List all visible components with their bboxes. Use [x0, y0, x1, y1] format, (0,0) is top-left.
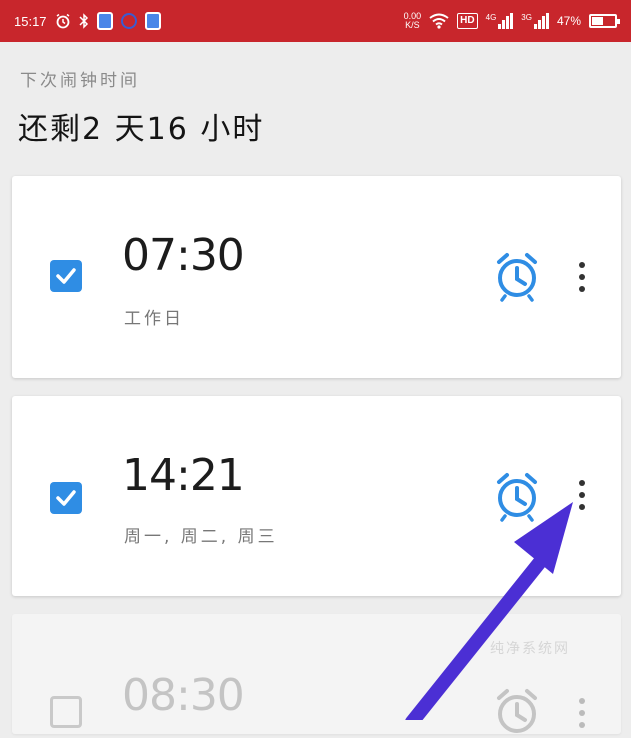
checkmark-icon	[56, 268, 76, 284]
watermark: 纯净系统网	[490, 641, 570, 657]
status-bar: 15:17 0.00 K/S HD 4G 3G 47%	[0, 0, 631, 42]
bluetooth-icon	[79, 13, 88, 29]
checkmark-icon	[56, 490, 76, 506]
app-notification-icon-2	[144, 12, 161, 30]
alarm-repeat-1: 工作日	[124, 309, 184, 329]
alarm-time-2[interactable]: 14:21	[122, 450, 245, 501]
battery-icon	[589, 14, 620, 28]
status-bar-right: 0.00 K/S HD 4G 3G 47%	[403, 0, 620, 42]
alarm-card-1[interactable]: 07:30 工作日	[12, 176, 621, 378]
status-time: 15:17	[14, 13, 47, 29]
alarm-card-2[interactable]: 14:21 周一, 周二, 周三	[12, 396, 621, 596]
battery-fill	[592, 17, 604, 25]
signal-4g-icon: 4G	[486, 13, 514, 29]
alarm-card-3[interactable]: 08:30	[12, 614, 621, 734]
hd-voice-icon: HD	[457, 13, 478, 29]
status-bar-left: 15:17	[14, 0, 161, 42]
alarm-clock-icon[interactable]	[495, 250, 539, 302]
alarm-toggle-checkbox-3[interactable]	[50, 696, 82, 728]
alarm-time-3[interactable]: 08:30	[122, 670, 245, 721]
alarm-status-icon	[56, 13, 69, 29]
more-vert-icon[interactable]	[575, 698, 589, 738]
wifi-icon	[429, 13, 449, 29]
alarm-toggle-checkbox-2[interactable]	[50, 482, 82, 514]
app-notification-icon	[96, 12, 113, 30]
alarm-time-1[interactable]: 07:30	[122, 230, 245, 281]
more-vert-icon[interactable]	[575, 262, 589, 302]
more-vert-icon[interactable]	[575, 480, 589, 520]
signal-3g-icon: 3G	[521, 13, 549, 29]
alarm-toggle-checkbox-1[interactable]	[50, 260, 82, 292]
alarm-repeat-2: 周一, 周二, 周三	[124, 527, 278, 547]
alarm-clock-icon[interactable]	[495, 686, 539, 738]
network-speed: 0.00 K/S	[403, 11, 422, 30]
next-alarm-remaining: 还剩2 天16 小时	[18, 112, 265, 147]
battery-percent: 47%	[556, 14, 581, 28]
sync-ring-icon	[120, 13, 137, 29]
alarm-clock-icon[interactable]	[495, 470, 539, 522]
next-alarm-label: 下次闹钟时间	[20, 71, 140, 91]
